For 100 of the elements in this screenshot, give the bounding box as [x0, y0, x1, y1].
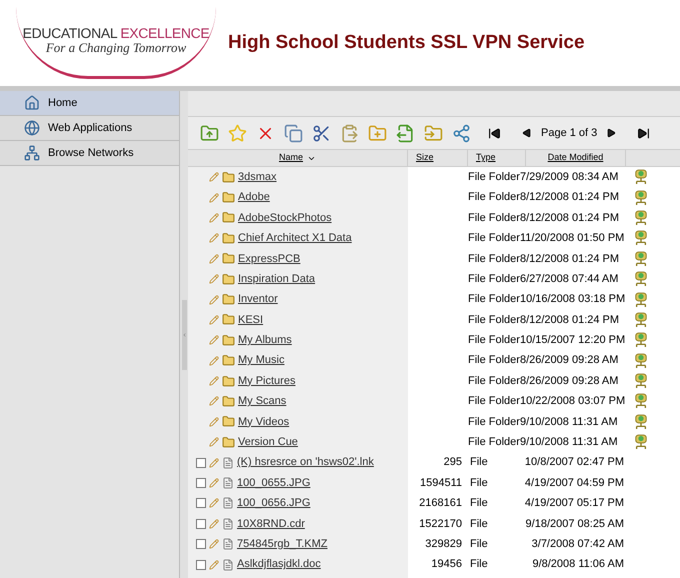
size-cell-text: 295: [444, 455, 462, 470]
network-share-icon[interactable]: [634, 433, 648, 452]
type-cell-text: File Folder: [468, 394, 520, 410]
file-name-link[interactable]: Version Cue: [238, 434, 298, 451]
size-cell-text: 1522170: [419, 516, 462, 532]
date-cell-text: 6/27/2008 07:44 AM: [520, 272, 618, 287]
date-cell-text: 8/26/2009 09:28 AM: [520, 374, 618, 389]
edit-icon[interactable]: [209, 560, 219, 570]
edit-icon[interactable]: [209, 376, 219, 386]
export-icon[interactable]: [396, 124, 415, 142]
edit-icon[interactable]: [209, 396, 219, 406]
network-share-icon[interactable]: [634, 290, 648, 309]
copy-icon[interactable]: [284, 124, 303, 142]
sidebar-item[interactable]: Browse Networks: [0, 141, 179, 166]
file-name-link[interactable]: My Videos: [238, 414, 290, 430]
up-folder-icon[interactable]: [200, 124, 219, 142]
date-cell-text: 10/15/2007 12:20 PM: [520, 333, 626, 348]
file-name-link[interactable]: 10X8RND.cdr: [237, 516, 305, 532]
date-cell-text: 10/8/2007 02:47 PM: [524, 455, 624, 470]
network-share-icon[interactable]: [634, 372, 648, 390]
sidebar-item[interactable]: Web Applications: [0, 116, 179, 141]
edit-icon[interactable]: [209, 458, 219, 468]
edit-icon[interactable]: [209, 539, 219, 550]
network-share-icon[interactable]: [634, 310, 648, 329]
network-share-icon[interactable]: [634, 208, 648, 227]
share-icon[interactable]: [452, 124, 471, 142]
edit-icon[interactable]: [209, 274, 219, 284]
folder-move-icon[interactable]: [424, 124, 443, 142]
network-share-icon[interactable]: [634, 250, 648, 268]
folder-icon: [222, 394, 235, 408]
edit-icon[interactable]: [209, 478, 219, 488]
checkbox[interactable]: [196, 498, 206, 508]
folder-icon: [222, 252, 235, 266]
edit-icon[interactable]: [209, 192, 219, 203]
type-cell-text: File Folder: [468, 190, 520, 206]
file-name-link[interactable]: My Music: [238, 352, 284, 369]
cut-icon[interactable]: [312, 124, 331, 142]
edit-icon[interactable]: [209, 335, 219, 346]
file-name-link[interactable]: 754845rgb_T.KMZ: [237, 536, 328, 552]
network-share-icon[interactable]: [634, 168, 648, 186]
network-share-icon[interactable]: [634, 412, 648, 431]
file-icon: [222, 538, 234, 550]
file-name-link[interactable]: KESI: [238, 312, 264, 328]
edit-icon[interactable]: [209, 437, 219, 448]
checkbox[interactable]: [196, 518, 206, 529]
network-share-icon[interactable]: [634, 229, 648, 248]
file-name-link[interactable]: Inventor: [238, 291, 278, 308]
edit-icon[interactable]: [209, 172, 219, 182]
splitter-handle[interactable]: [182, 300, 186, 370]
date-cell-text: 10/16/2008 03:18 PM: [520, 292, 626, 308]
file-name-link[interactable]: Inspiration Data: [238, 270, 316, 288]
star-icon[interactable]: [228, 124, 247, 142]
type-cell-text: File Folder: [468, 210, 520, 226]
network-share-icon[interactable]: [634, 392, 648, 410]
file-name-link[interactable]: My Albums: [238, 332, 292, 349]
network-share-icon[interactable]: [634, 270, 648, 288]
globe-icon: [24, 120, 40, 136]
type-cell-text: File Folder: [468, 231, 520, 246]
edit-icon[interactable]: [209, 233, 219, 244]
column-header[interactable]: Size: [408, 150, 468, 166]
checkbox[interactable]: [196, 458, 206, 468]
edit-icon[interactable]: [209, 416, 219, 427]
date-cell-text: 9/10/2008 11:31 AM: [520, 435, 618, 450]
file-name-link[interactable]: 100_0656.JPG: [237, 495, 310, 512]
checkbox[interactable]: [196, 539, 206, 550]
network-share-icon[interactable]: [634, 352, 648, 370]
checkbox[interactable]: [196, 478, 206, 488]
edit-icon[interactable]: [209, 294, 219, 305]
edit-icon[interactable]: [209, 356, 219, 366]
edit-icon[interactable]: [209, 498, 219, 508]
file-icon: [222, 558, 234, 571]
file-name-link[interactable]: 3dsmax: [238, 168, 277, 186]
column-header[interactable]: Date Modified: [526, 150, 626, 166]
file-name-link[interactable]: Aslkdjflasjdkl.doc: [237, 556, 321, 573]
edit-icon[interactable]: [209, 314, 219, 325]
checkbox[interactable]: [196, 560, 206, 570]
file-name-link[interactable]: (K) hsresrce on 'hsws02'.lnk: [237, 454, 374, 471]
type-cell-text: File Folder: [468, 414, 520, 430]
paste-icon[interactable]: [340, 124, 359, 142]
network-share-icon[interactable]: [634, 188, 648, 207]
next-page-icon[interactable]: [606, 128, 616, 138]
edit-icon[interactable]: [209, 212, 219, 223]
column-header[interactable]: Type: [468, 150, 526, 166]
sidebar-item[interactable]: Home: [0, 91, 179, 116]
file-name-link[interactable]: My Scans: [238, 393, 286, 410]
file-name-link[interactable]: 100_0655.JPG: [237, 474, 310, 492]
file-name-link[interactable]: Chief Architect X1 Data: [238, 230, 352, 247]
folder-icon: [222, 436, 235, 449]
previous-page-icon[interactable]: [522, 128, 532, 138]
column-header[interactable]: Name: [188, 150, 408, 166]
file-name-link[interactable]: AdobeStockPhotos: [238, 210, 332, 226]
last-page-icon[interactable]: [637, 126, 650, 140]
network-share-icon[interactable]: [634, 331, 648, 350]
edit-icon[interactable]: [209, 518, 219, 529]
first-page-icon[interactable]: [488, 126, 501, 140]
new-folder-icon[interactable]: [368, 124, 387, 142]
file-name-link[interactable]: Adobe: [238, 189, 270, 206]
file-name-link[interactable]: My Pictures: [238, 372, 296, 390]
edit-icon[interactable]: [209, 254, 219, 264]
file-name-link[interactable]: ExpressPCB: [238, 250, 300, 267]
